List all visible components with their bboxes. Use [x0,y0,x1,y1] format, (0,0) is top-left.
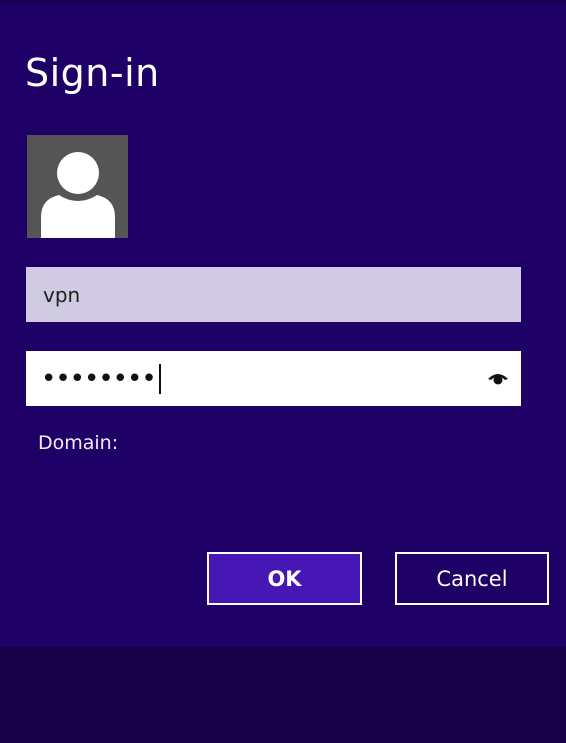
ok-button-label: OK [267,566,302,591]
password-mask: •••••••• [41,363,157,394]
username-value: vpn [43,282,81,307]
eye-icon[interactable] [487,368,509,386]
domain-label: Domain: [38,432,119,454]
ok-button[interactable]: OK [207,552,362,605]
dialog-top-edge [0,0,566,3]
cancel-button[interactable]: Cancel [395,552,549,605]
sign-in-dialog: Sign-in vpn •••••••• Domain: OK Cancel [0,0,566,647]
cancel-button-label: Cancel [436,566,508,591]
dialog-title: Sign-in [25,51,160,95]
background-strip [0,647,566,743]
username-field[interactable]: vpn [26,267,521,322]
text-caret [158,363,161,394]
password-field[interactable]: •••••••• [26,351,521,406]
user-avatar-icon [27,135,128,238]
